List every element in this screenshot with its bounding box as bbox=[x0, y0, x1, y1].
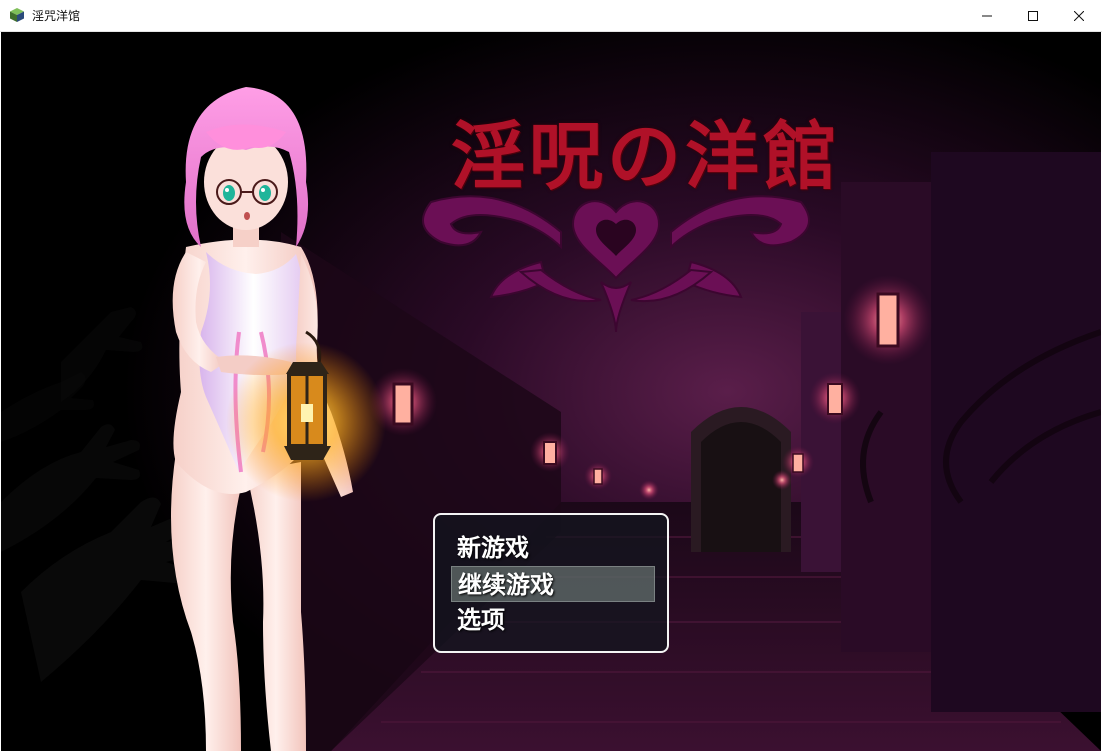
maximize-button[interactable] bbox=[1010, 0, 1056, 31]
title-command-menu: 新游戏 继续游戏 选项 bbox=[433, 513, 669, 653]
game-window: 淫咒洋馆 淫呪の洋館 新游戏 继续游戏 选项 bbox=[0, 0, 1102, 752]
menu-continue[interactable]: 继续游戏 bbox=[451, 566, 655, 602]
maximize-icon bbox=[1028, 10, 1038, 21]
menu-options[interactable]: 选项 bbox=[451, 602, 655, 638]
right-pillar-mid bbox=[801, 312, 841, 572]
game-logo: 淫呪の洋館 bbox=[451, 114, 841, 200]
close-button[interactable] bbox=[1056, 0, 1102, 31]
window-title: 淫咒洋馆 bbox=[32, 9, 81, 23]
title-bar[interactable]: 淫咒洋馆 bbox=[0, 0, 1102, 32]
menu-new-game[interactable]: 新游戏 bbox=[451, 530, 655, 566]
minimize-icon bbox=[982, 15, 992, 16]
close-icon bbox=[1074, 10, 1084, 21]
minimize-button[interactable] bbox=[964, 0, 1010, 31]
right-pillar-near bbox=[841, 182, 931, 652]
game-canvas[interactable]: 淫呪の洋館 新游戏 继续游戏 选项 bbox=[1, 32, 1101, 751]
rpg-maker-cube-icon bbox=[10, 8, 24, 22]
